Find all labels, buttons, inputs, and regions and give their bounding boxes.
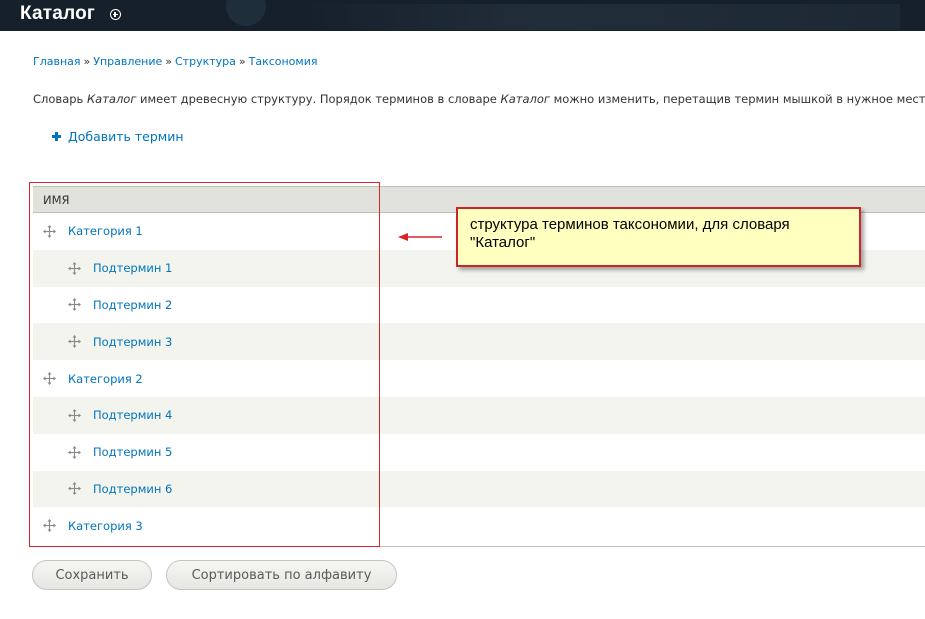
term-link[interactable]: Подтермин 6 — [93, 482, 172, 496]
help-text-part: Словарь — [33, 92, 87, 106]
term-link[interactable]: Подтермин 1 — [93, 261, 172, 275]
annotation-arrow-icon — [398, 233, 442, 241]
table-row: Категория 3 — [33, 507, 925, 545]
add-shortcut-icon[interactable] — [110, 9, 121, 20]
header-watermark — [300, 4, 900, 30]
help-text-part: можно изменить, перетащив термин мышкой … — [549, 92, 925, 106]
drag-handle-icon[interactable] — [68, 482, 81, 496]
breadcrumb-taxonomy[interactable]: Таксономия — [249, 55, 318, 68]
drag-handle-icon[interactable] — [43, 519, 56, 533]
vocabulary-name: Каталог — [86, 92, 137, 106]
table-row: Подтермин 4 — [33, 396, 925, 434]
term-link[interactable]: Подтермин 3 — [93, 335, 172, 349]
drupal-logo-watermark — [226, 0, 266, 26]
breadcrumb-home[interactable]: Главная — [33, 55, 81, 68]
save-button[interactable]: Сохранить — [32, 560, 152, 590]
term-link[interactable]: Категория 2 — [68, 372, 143, 386]
page-title: Каталог — [20, 3, 96, 24]
vocabulary-name: Каталог — [500, 92, 550, 106]
table-row: Подтермин 2 — [33, 286, 925, 324]
term-link[interactable]: Подтермин 4 — [93, 408, 172, 422]
drag-handle-icon[interactable] — [68, 408, 81, 422]
help-text-part: имеет древесную структуру. Порядок терми… — [136, 92, 501, 106]
table-row: Подтермин 5 — [33, 433, 925, 471]
plus-icon — [52, 132, 61, 141]
annotation-callout: структура терминов таксономии, для слова… — [456, 207, 861, 267]
page-header: Каталог — [0, 0, 925, 31]
drag-handle-icon[interactable] — [43, 224, 56, 238]
drag-handle-icon[interactable] — [68, 298, 81, 312]
breadcrumb-structure[interactable]: Структура — [175, 55, 236, 68]
drag-handle-icon[interactable] — [68, 445, 81, 459]
callout-line: "Каталог" — [470, 234, 536, 251]
drag-handle-icon[interactable] — [68, 261, 81, 275]
add-term-link[interactable]: Добавить термин — [52, 129, 184, 144]
drag-handle-icon[interactable] — [68, 335, 81, 349]
breadcrumb-admin[interactable]: Управление — [93, 55, 162, 68]
term-link[interactable]: Категория 1 — [68, 224, 143, 238]
breadcrumb: Главная» Управление» Структура» Таксономия — [33, 55, 317, 68]
drag-handle-icon[interactable] — [43, 372, 56, 386]
breadcrumb-separator: » — [83, 55, 91, 68]
term-link[interactable]: Подтермин 2 — [93, 298, 172, 312]
table-row: Подтермин 6 — [33, 470, 925, 508]
callout-line: структура терминов таксономии, для слова… — [470, 216, 790, 233]
sort-alphabetically-button[interactable]: Сортировать по алфавиту — [166, 560, 397, 590]
table-row: Подтермин 3 — [33, 323, 925, 361]
help-text: Словарь Каталог имеет древесную структур… — [33, 92, 925, 106]
add-term-label: Добавить термин — [68, 129, 184, 144]
breadcrumb-separator: » — [238, 55, 246, 68]
breadcrumb-separator: » — [165, 55, 172, 68]
table-row: Категория 2 — [33, 360, 925, 397]
term-link[interactable]: Категория 3 — [68, 519, 143, 533]
term-link[interactable]: Подтермин 5 — [93, 445, 172, 459]
